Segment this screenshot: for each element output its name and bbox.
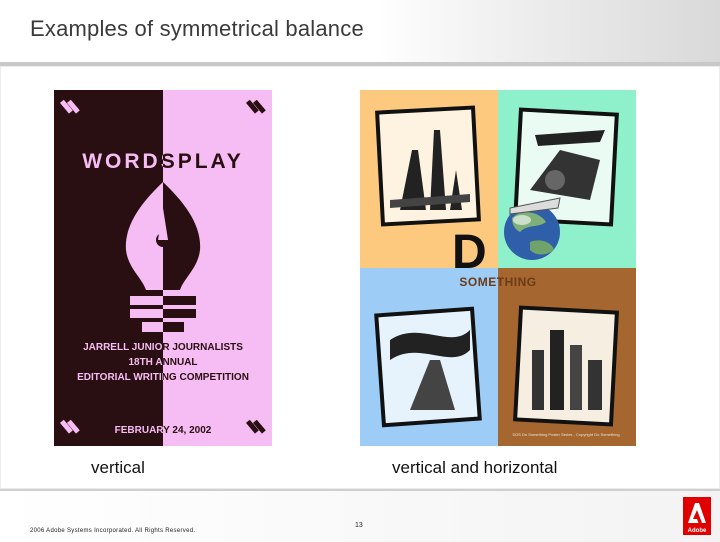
do-something-fine-print: SOS Do Something Poster Series - Copyrig… [512,432,619,437]
do-something-big-d: D [452,226,487,279]
caption-vertical-horizontal: vertical and horizontal [392,458,558,477]
copyright-text: 2006 Adobe Systems Incorporated. All Rig… [30,528,196,534]
waterfall-illustration-icon [374,306,482,428]
adobe-logo-text: Adobe [688,528,707,534]
footer-bar [0,489,720,542]
do-something-poster: D SOMETHING SOS Do Something Poster Seri… [360,90,636,446]
slide-title: Examples of symmetrical balance [30,16,364,41]
industrial-illustration-icon [375,105,481,227]
caption-vertical: vertical [91,458,145,477]
page-number: 13 [355,522,363,529]
wordsplay-poster: WORDSPLAY WORDSPLAY JARRELL JUNIOR JOURN… [54,90,272,446]
title-bar: Examples of symmetrical balance [0,0,720,62]
do-something-subtitle: SOMETHING [459,275,536,289]
city-illustration-icon [513,305,619,427]
globe-icon [504,197,561,260]
adobe-logo-icon: Adobe [683,497,711,535]
